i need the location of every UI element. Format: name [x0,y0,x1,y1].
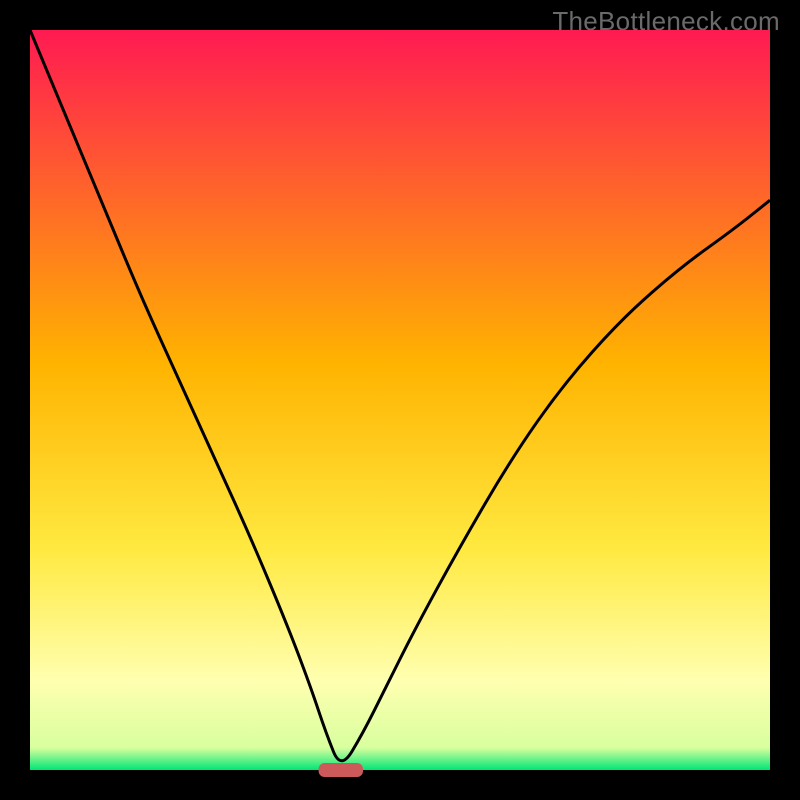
chart-frame: TheBottleneck.com [0,0,800,800]
bottleneck-plot [0,0,800,800]
notch-marker [319,763,363,777]
